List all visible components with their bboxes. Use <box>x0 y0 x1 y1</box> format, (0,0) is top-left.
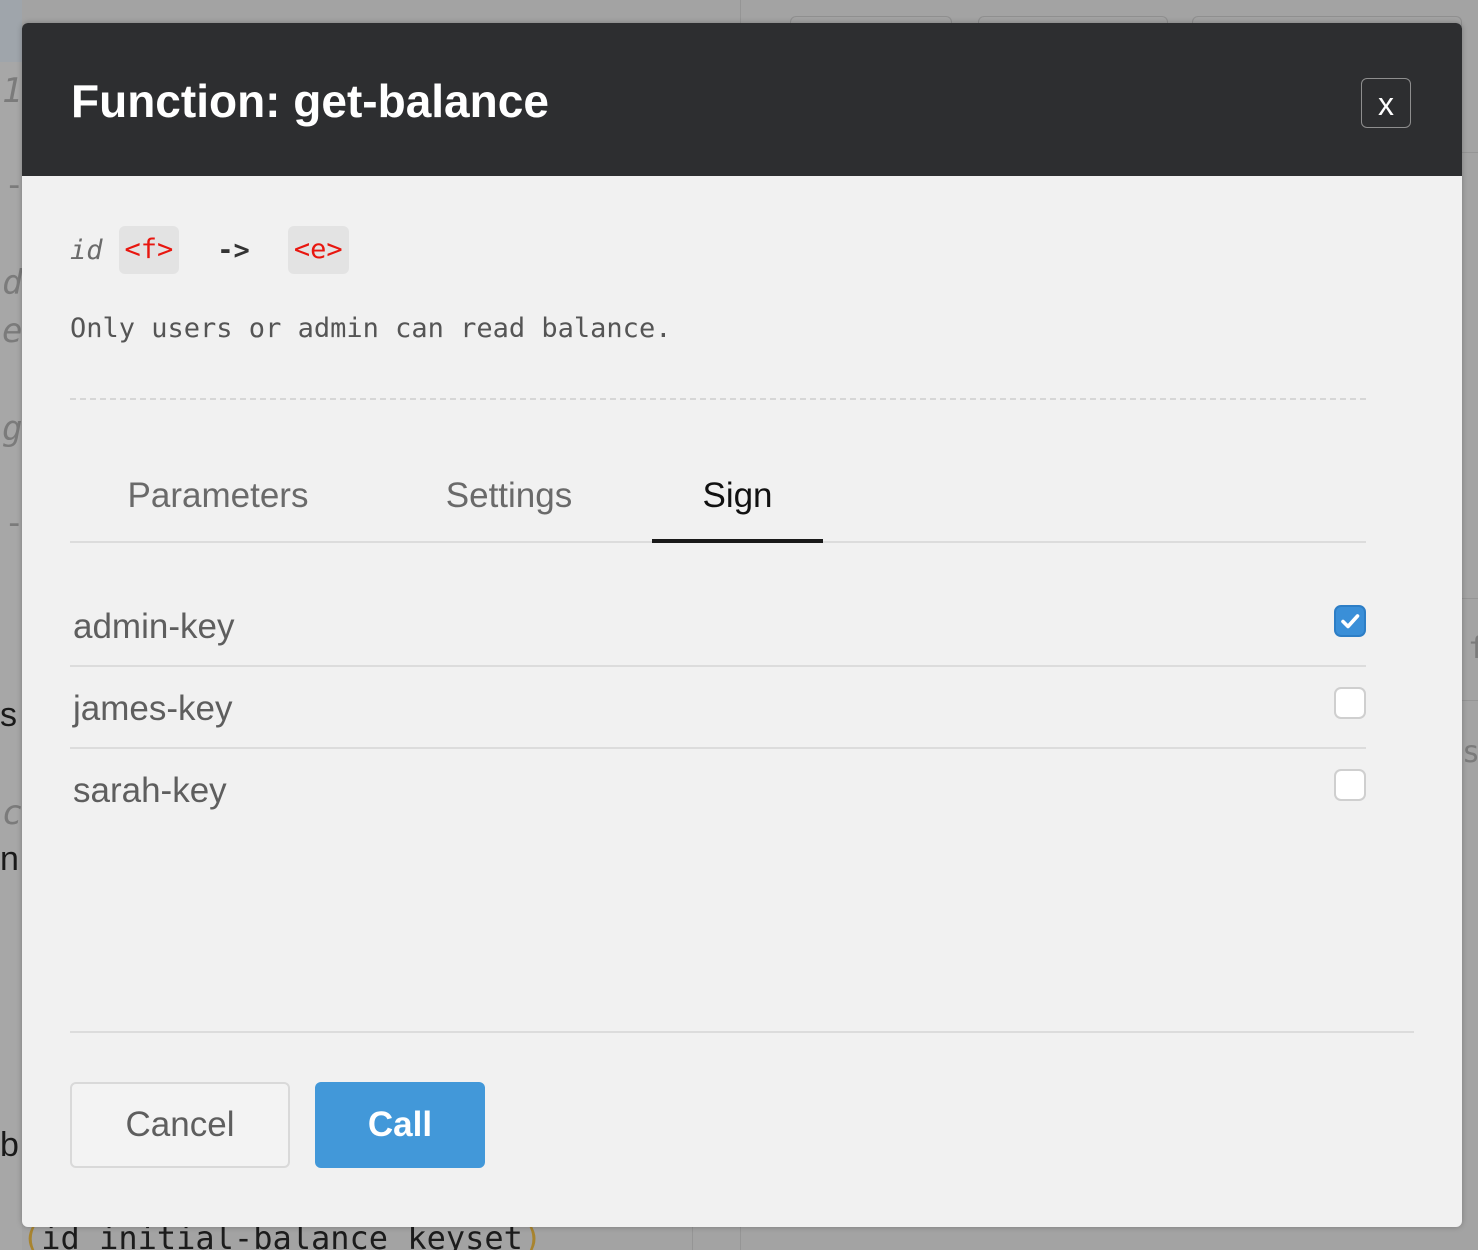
key-label: james-key <box>73 689 233 728</box>
tab-settings[interactable]: Settings <box>416 463 602 539</box>
background-rule <box>1462 152 1478 153</box>
editor-top-strip <box>0 0 22 62</box>
background-code-glyph: si <box>1462 735 1478 770</box>
key-checkbox-james[interactable] <box>1334 687 1366 719</box>
modal-title-prefix: Function: <box>71 75 294 127</box>
key-checkbox-sarah[interactable] <box>1334 769 1366 801</box>
background-code-glyph: n <box>0 840 19 878</box>
signature-param-name: id <box>70 234 103 266</box>
key-label: sarah-key <box>73 771 227 810</box>
key-label: admin-key <box>73 607 235 646</box>
background-rule <box>1462 700 1478 701</box>
footer-divider <box>70 1031 1414 1033</box>
function-name: get-balance <box>293 75 549 127</box>
signature-arrow: -> <box>217 234 250 266</box>
call-button[interactable]: Call <box>315 1082 485 1168</box>
modal-tabs: Parameters Settings Sign <box>70 463 1366 543</box>
key-row-sarah[interactable]: sarah-key <box>70 749 1366 829</box>
tab-parameters[interactable]: Parameters <box>70 463 366 539</box>
background-code-glyph: 1 <box>2 71 23 111</box>
signature-param-type: <f> <box>118 226 180 274</box>
function-signature: id <f> -> <e> <box>70 226 349 274</box>
background-code-glyph: f <box>1468 631 1478 666</box>
background-code-glyph: e <box>2 311 23 351</box>
pane-divider-bottom <box>692 1226 693 1250</box>
background-code-glyph: s <box>0 696 17 734</box>
section-divider <box>70 398 1366 400</box>
function-description: Only users or admin can read balance. <box>70 313 672 344</box>
function-modal: Function: get-balance x id <f> -> <e> On… <box>22 23 1462 1227</box>
modal-title: Function: get-balance <box>71 71 549 131</box>
background-code-glyph: g <box>2 409 23 449</box>
close-button[interactable]: x <box>1361 78 1411 128</box>
signature-return-type: <e> <box>287 226 349 274</box>
key-checkbox-admin[interactable] <box>1334 605 1366 637</box>
background-code-glyph: b <box>0 1126 19 1164</box>
tab-sign[interactable]: Sign <box>652 463 823 543</box>
background-code-glyph: c <box>2 793 23 833</box>
background-rule <box>1462 598 1478 599</box>
key-row-james[interactable]: james-key <box>70 667 1366 749</box>
cancel-button[interactable]: Cancel <box>70 1082 290 1168</box>
background-code-glyph: d <box>2 263 23 303</box>
signing-key-list: admin-key james-key sarah-key <box>70 585 1366 829</box>
checkmark-icon <box>1341 614 1360 629</box>
key-row-admin[interactable]: admin-key <box>70 585 1366 667</box>
modal-header: Function: get-balance x <box>22 23 1462 176</box>
